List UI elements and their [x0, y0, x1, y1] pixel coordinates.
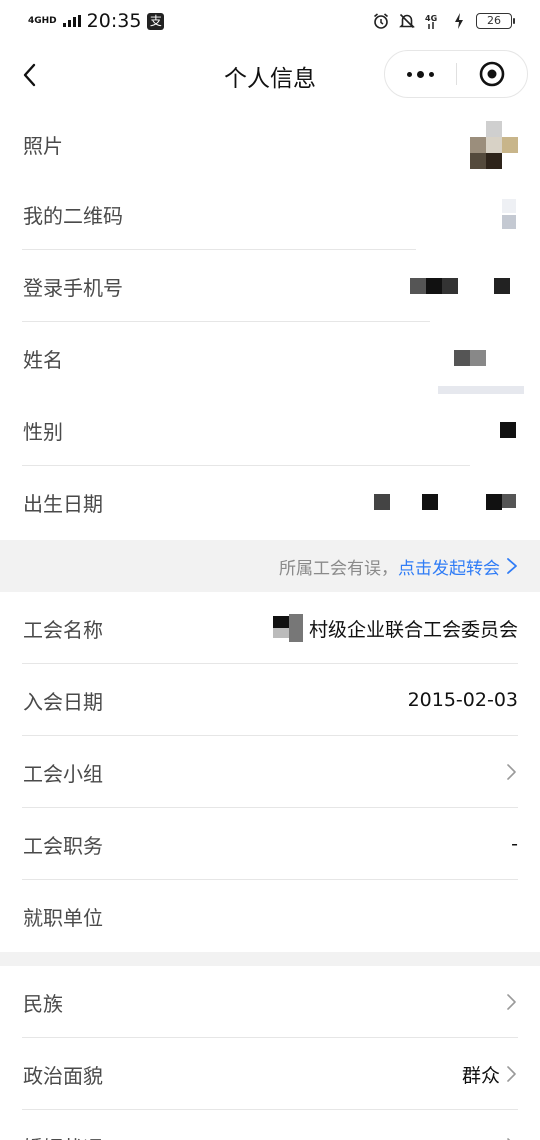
row-label: 性别	[23, 419, 63, 444]
gender-value-redacted	[500, 419, 518, 441]
join-date-value: 2015-02-03	[407, 689, 518, 711]
transfer-notice: 所属工会有误， 点击发起转会	[0, 540, 540, 592]
qrcode-thumbnail	[498, 197, 518, 231]
row-label: 民族	[23, 991, 63, 1016]
section-separator	[0, 952, 540, 966]
status-right: 4G 26	[372, 12, 515, 30]
row-label: 婚姻状况	[23, 1132, 103, 1140]
gender-row[interactable]: 性别	[0, 394, 540, 466]
close-miniprogram-button[interactable]	[457, 51, 527, 97]
avatar	[470, 119, 518, 169]
row-label: 工会职务	[23, 833, 103, 858]
target-icon	[479, 61, 505, 87]
union-name-text: 村级企业联合工会委员会	[308, 618, 518, 641]
bell-off-icon	[398, 12, 416, 30]
marital-status-row[interactable]: 婚姻状况	[0, 1110, 540, 1140]
network-type: 4GHD	[28, 15, 57, 26]
chevron-right-icon	[507, 1066, 516, 1082]
union-group-value	[500, 762, 518, 782]
name-row[interactable]: 姓名	[0, 322, 540, 402]
row-label: 就职单位	[23, 905, 103, 930]
transfer-link-label: 点击发起转会	[398, 558, 500, 579]
chevron-right-icon	[507, 994, 516, 1010]
status-bar: 4GHD 20:35 支 4G 26	[0, 0, 540, 42]
union-position-value: -	[511, 833, 518, 855]
row-label: 工会名称	[23, 617, 103, 642]
more-button[interactable]	[385, 51, 456, 97]
alipay-icon: 支	[147, 12, 165, 30]
row-label: 出生日期	[23, 491, 103, 516]
birthday-value-redacted	[374, 491, 518, 513]
notice-text: 所属工会有误，	[279, 558, 398, 579]
political-status-text: 群众	[461, 1064, 500, 1087]
redacted-prefix	[272, 614, 303, 642]
union-position-row: 工会职务 -	[0, 808, 540, 880]
row-label: 入会日期	[23, 689, 103, 714]
row-label: 登录手机号	[23, 275, 123, 300]
photo-row[interactable]: 照片	[0, 108, 540, 180]
union-name-row: 工会名称 村级企业联合工会委员会	[0, 592, 540, 664]
row-label: 我的二维码	[23, 203, 123, 228]
employer-row: 就职单位	[0, 880, 540, 952]
qrcode-row[interactable]: 我的二维码	[0, 178, 540, 250]
marital-status-value	[500, 1136, 518, 1140]
svg-text:4G: 4G	[425, 14, 437, 23]
phone-value-redacted	[406, 275, 518, 297]
name-value-redacted	[454, 347, 518, 369]
political-status-row[interactable]: 政治面貌 群众	[0, 1038, 540, 1110]
political-status-value: 群众	[462, 1061, 518, 1088]
alarm-icon	[372, 12, 390, 30]
chevron-right-icon	[507, 764, 516, 780]
birthday-row[interactable]: 出生日期	[0, 466, 540, 538]
nav-bar: 个人信息	[0, 42, 540, 108]
signal-icon	[62, 15, 81, 27]
row-label: 工会小组	[23, 761, 103, 786]
ethnicity-row[interactable]: 民族	[0, 966, 540, 1038]
transfer-link[interactable]: 点击发起转会	[398, 554, 520, 579]
4g-icon: 4G	[424, 12, 442, 30]
row-label: 姓名	[23, 347, 63, 372]
row-label: 政治面貌	[23, 1063, 103, 1088]
union-group-row[interactable]: 工会小组	[0, 736, 540, 808]
battery-indicator: 26	[476, 13, 515, 29]
status-left: 4GHD 20:35 支	[28, 10, 165, 32]
union-name-value: 村级企业联合工会委员会	[272, 612, 518, 644]
miniprogram-capsule	[384, 50, 528, 98]
join-date-row: 入会日期 2015-02-03	[0, 664, 540, 736]
more-dots-icon	[407, 70, 434, 78]
phone-row[interactable]: 登录手机号	[0, 250, 540, 322]
row-label: 照片	[23, 133, 63, 158]
ethnicity-value	[500, 992, 518, 1012]
chevron-right-icon	[507, 558, 517, 574]
chevron-right-icon	[507, 1138, 511, 1140]
clock-time: 20:35	[86, 10, 142, 32]
charging-icon	[450, 12, 468, 30]
